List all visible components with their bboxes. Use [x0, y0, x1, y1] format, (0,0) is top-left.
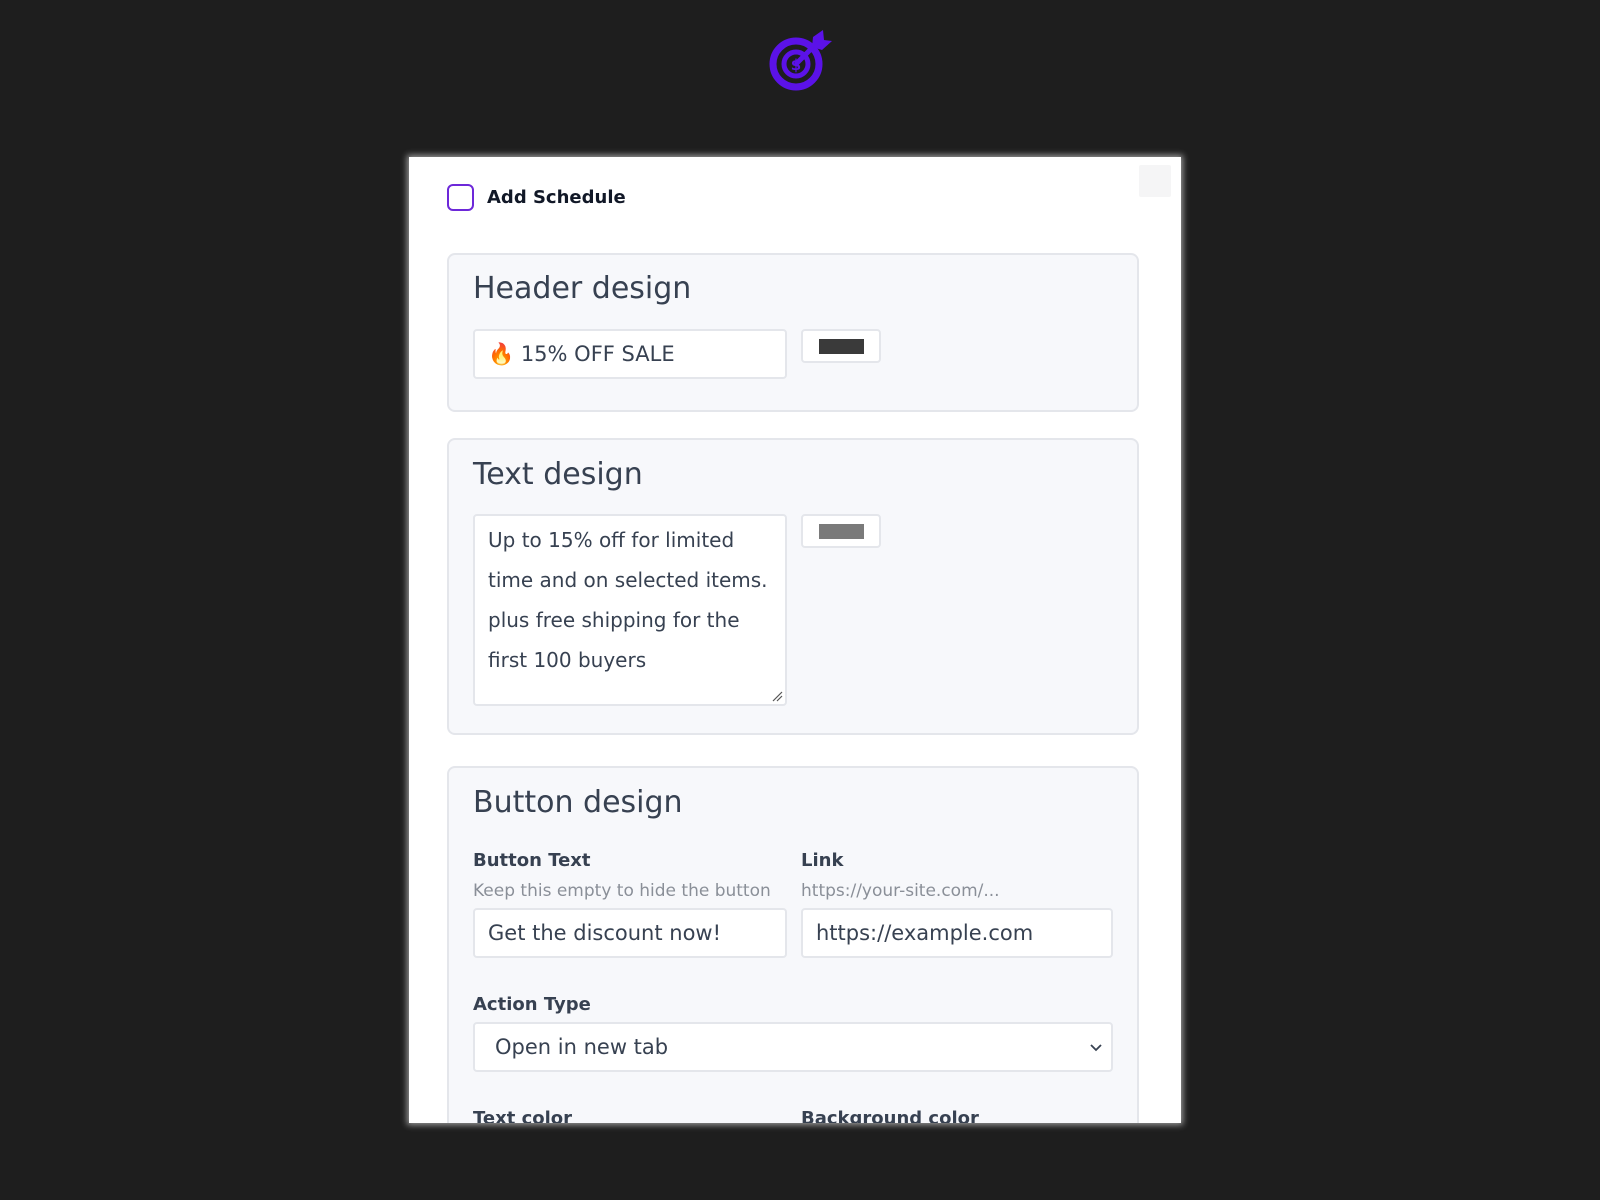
action-type-select[interactable]: Open in new tab [473, 1022, 1113, 1072]
link-label: Link [801, 850, 844, 871]
add-schedule-checkbox[interactable] [447, 184, 474, 211]
body-text-area[interactable]: Up to 15% off for limited time and on se… [473, 514, 787, 706]
header-design-title: Header design [473, 271, 692, 306]
campaign-editor-panel: Add Schedule Header design 🔥 15% OFF SAL… [409, 157, 1181, 1123]
chevron-down-icon [1090, 1044, 1102, 1052]
text-design-card: Text design Up to 15% off for limited ti… [447, 438, 1139, 735]
header-color-picker[interactable] [801, 329, 881, 363]
text-color-swatch [819, 524, 864, 539]
link-hint: https://your-site.com/... [801, 881, 1000, 901]
button-text-input[interactable]: Get the discount now! [473, 908, 787, 958]
close-button[interactable] [1139, 165, 1171, 197]
add-schedule-label[interactable]: Add Schedule [487, 187, 626, 208]
action-type-label: Action Type [473, 994, 591, 1015]
text-color-label: Text color [473, 1108, 573, 1123]
text-color-picker[interactable] [801, 514, 881, 548]
header-design-card: Header design 🔥 15% OFF SALE [447, 253, 1139, 412]
background-color-label: Background color [801, 1108, 979, 1123]
add-schedule-row[interactable]: Add Schedule [447, 184, 626, 211]
action-type-value[interactable]: Open in new tab [495, 1035, 668, 1059]
header-text-input[interactable]: 🔥 15% OFF SALE [473, 329, 787, 379]
button-text-hint: Keep this empty to hide the button [473, 881, 771, 901]
button-design-title: Button design [473, 785, 683, 820]
resize-handle-icon[interactable] [771, 690, 783, 702]
header-color-swatch [819, 339, 864, 354]
target-logo-icon: $ [769, 30, 832, 91]
body-text-value[interactable]: Up to 15% off for limited time and on se… [488, 528, 768, 672]
button-text-label: Button Text [473, 850, 591, 871]
button-design-card: Button design Button Text Keep this empt… [447, 766, 1139, 1123]
text-design-title: Text design [473, 457, 643, 492]
link-input[interactable]: https://example.com [801, 908, 1113, 958]
